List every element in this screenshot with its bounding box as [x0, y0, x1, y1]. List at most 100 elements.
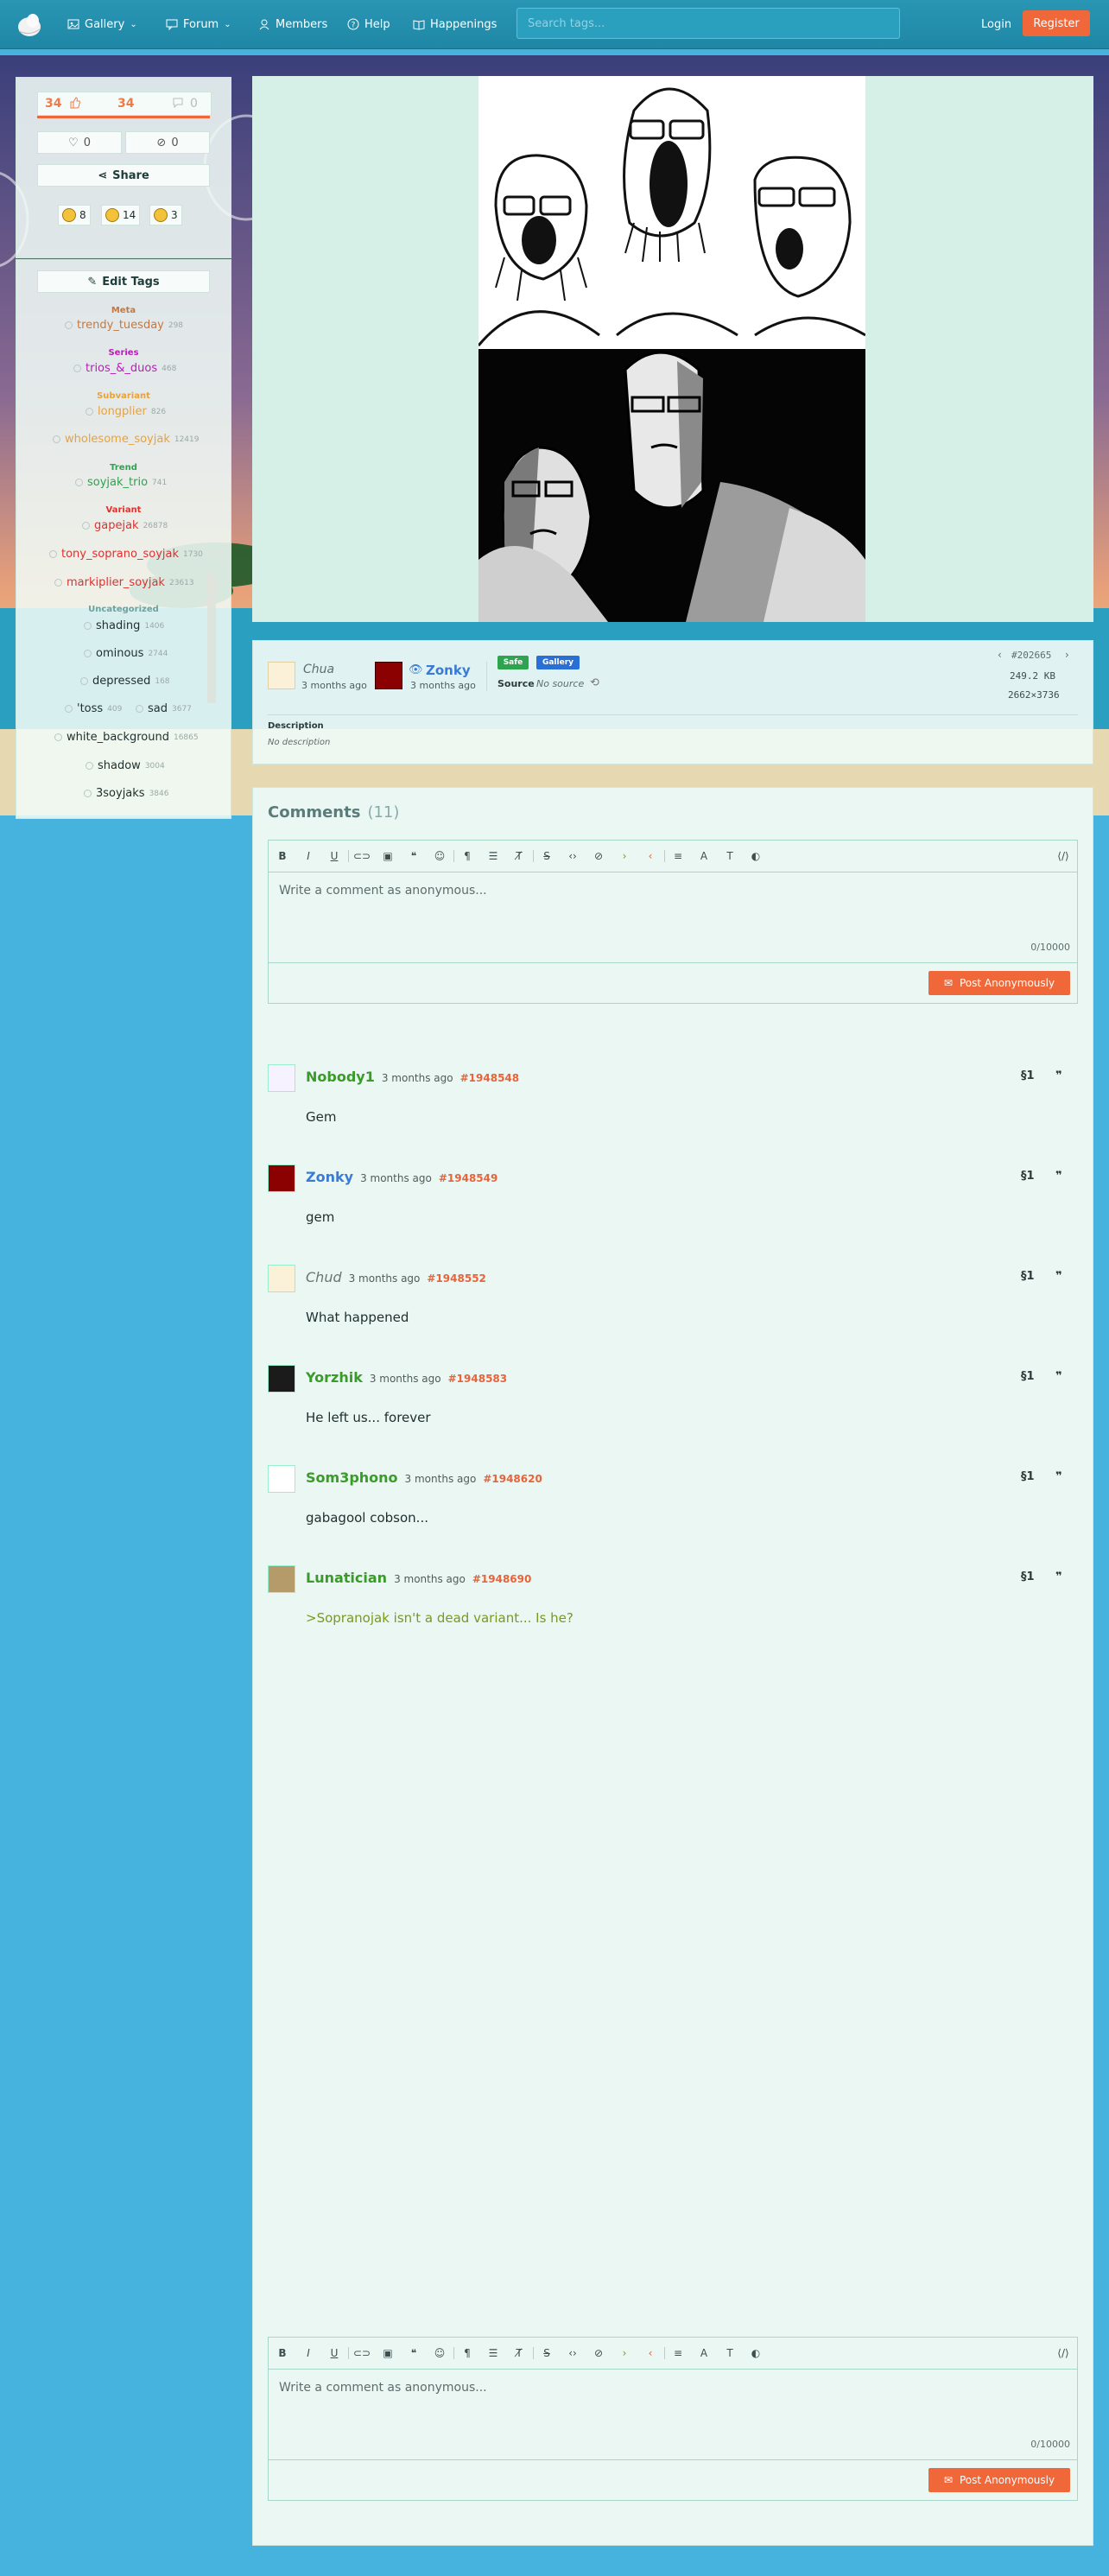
font-size-icon[interactable]: T [723, 2346, 737, 2360]
approver-avatar[interactable] [375, 662, 402, 689]
paragraph-icon[interactable]: ¶ [460, 849, 474, 863]
palette-icon[interactable]: ◐ [749, 849, 763, 863]
comment-id[interactable]: #1948549 [439, 1172, 498, 1184]
register-button[interactable]: Register [1023, 10, 1090, 36]
commenter-avatar[interactable] [268, 1064, 295, 1092]
commenter-name[interactable]: Nobody1 [306, 1069, 375, 1085]
share-button[interactable]: ⋖ Share [37, 164, 210, 187]
tag-longplier[interactable]: longplier 826 [86, 405, 166, 418]
reaction-happy[interactable]: 8 [58, 205, 91, 225]
reply-icon[interactable]: §1 [1021, 1069, 1035, 1082]
search-input[interactable] [516, 8, 900, 39]
link-icon[interactable]: ⊂⊃ [353, 849, 371, 863]
tag-3soyjaks[interactable]: 3soyjaks 3846 [84, 787, 168, 800]
tag-toss[interactable]: 'toss 409 [65, 702, 122, 715]
list-icon[interactable]: ☰ [486, 849, 500, 863]
align-left-icon[interactable]: ≡ [671, 2346, 685, 2360]
reply-icon[interactable]: §1 [1021, 1470, 1035, 1483]
commenter-avatar[interactable] [268, 1164, 295, 1192]
source-code-icon[interactable]: ⟨/⟩ [1056, 2346, 1070, 2360]
orangetext-icon[interactable]: ‹ [643, 2346, 657, 2360]
image-icon[interactable]: ▣ [381, 2346, 395, 2360]
favorite-button[interactable]: ♡ 0 [37, 131, 122, 154]
prev-post-icon[interactable]: ‹ [998, 649, 1002, 661]
greentext-icon[interactable]: › [618, 849, 631, 863]
post-anonymously-button[interactable]: ✉ Post Anonymously [928, 2468, 1070, 2492]
quote-icon[interactable]: ❝ [407, 2346, 421, 2360]
commenter-name[interactable]: Chud [306, 1269, 342, 1285]
tag-sad[interactable]: sad 3677 [136, 702, 192, 715]
font-size-icon[interactable]: T [723, 849, 737, 863]
italic-icon[interactable]: I [301, 849, 315, 863]
bold-icon[interactable]: B [276, 849, 289, 863]
tag-ominous[interactable]: ominous 2744 [84, 647, 168, 660]
spoiler-icon[interactable]: ⊘ [592, 2346, 605, 2360]
quote-icon[interactable]: ❞ [1055, 1270, 1062, 1283]
hide-button[interactable]: ⊘ 0 [125, 131, 210, 154]
reply-icon[interactable]: §1 [1021, 1570, 1035, 1583]
edit-tags-button[interactable]: ✎ Edit Tags [37, 270, 210, 293]
uploader-avatar[interactable] [268, 662, 295, 689]
commenter-avatar[interactable] [268, 1265, 295, 1292]
nav-happenings[interactable]: Happenings [413, 0, 497, 48]
post-image[interactable] [478, 76, 865, 622]
commenter-name[interactable]: Lunatician [306, 1570, 387, 1586]
tag-shadow[interactable]: shadow 3004 [86, 759, 165, 772]
greentext-icon[interactable]: › [618, 2346, 631, 2360]
image-icon[interactable]: ▣ [381, 849, 395, 863]
thumbs-up-icon[interactable] [69, 97, 81, 109]
login-link[interactable]: Login [981, 0, 1011, 48]
comment-id[interactable]: #1948690 [472, 1573, 532, 1585]
commenter-avatar[interactable] [268, 1365, 295, 1393]
commenter-name[interactable]: Yorzhik [306, 1369, 363, 1386]
comment-id[interactable]: #1948548 [460, 1072, 520, 1084]
clear-format-icon[interactable]: T̸ [512, 849, 526, 863]
palette-icon[interactable]: ◐ [749, 2346, 763, 2360]
align-left-icon[interactable]: ≡ [671, 849, 685, 863]
tag-trendy-tuesday[interactable]: trendy_tuesday 298 [65, 319, 183, 332]
text-color-icon[interactable]: A [697, 2346, 711, 2360]
paragraph-icon[interactable]: ¶ [460, 2346, 474, 2360]
post-anonymously-button[interactable]: ✉ Post Anonymously [928, 971, 1070, 995]
quote-icon[interactable]: ❞ [1055, 1170, 1062, 1183]
bold-icon[interactable]: B [276, 2346, 289, 2360]
approver-name[interactable]: Zonky [426, 663, 471, 678]
reaction-laugh[interactable]: 14 [101, 205, 141, 225]
reply-icon[interactable]: §1 [1021, 1270, 1035, 1283]
reply-icon[interactable]: §1 [1021, 1370, 1035, 1383]
gallery-badge[interactable]: Gallery [536, 656, 580, 669]
nav-members[interactable]: Members [258, 0, 327, 48]
next-post-icon[interactable]: › [1065, 649, 1069, 661]
tag-depressed[interactable]: depressed 168 [80, 675, 170, 688]
text-color-icon[interactable]: A [697, 849, 711, 863]
nav-help[interactable]: ? Help [347, 0, 390, 48]
tag-wholesome-soyjak[interactable]: wholesome_soyjak 12419 [53, 433, 200, 446]
nav-gallery[interactable]: Gallery ⌄ [67, 0, 137, 48]
tag-gapejak[interactable]: gapejak 26878 [82, 519, 168, 532]
nav-forum[interactable]: Forum ⌄ [166, 0, 231, 48]
comment-id[interactable]: #1948583 [448, 1373, 508, 1385]
orangetext-icon[interactable]: ‹ [643, 849, 657, 863]
quote-icon[interactable]: ❝ [407, 849, 421, 863]
italic-icon[interactable]: I [301, 2346, 315, 2360]
commenter-avatar[interactable] [268, 1465, 295, 1493]
commenter-avatar[interactable] [268, 1565, 295, 1593]
quote-icon[interactable]: ❞ [1055, 1470, 1062, 1483]
tag-white-background[interactable]: white_background 16865 [54, 731, 199, 744]
list-icon[interactable]: ☰ [486, 2346, 500, 2360]
comment-id[interactable]: #1948552 [427, 1272, 486, 1285]
quote-icon[interactable]: ❞ [1055, 1570, 1062, 1583]
quote-icon[interactable]: ❞ [1055, 1370, 1062, 1383]
quote-icon[interactable]: ❞ [1055, 1069, 1062, 1082]
source-code-icon[interactable]: ⟨/⟩ [1056, 849, 1070, 863]
site-logo[interactable] [16, 10, 43, 38]
tag-shading[interactable]: shading 1406 [84, 619, 164, 632]
code-icon[interactable]: ‹› [566, 849, 580, 863]
tag-tony-soprano-soyjak[interactable]: tony_soprano_soyjak 1730 [49, 548, 203, 561]
reply-icon[interactable]: §1 [1021, 1170, 1035, 1183]
link-icon[interactable]: ⊂⊃ [353, 2346, 371, 2360]
underline-icon[interactable]: U [327, 849, 341, 863]
commenter-name[interactable]: Zonky [306, 1169, 353, 1185]
tag-trios-duos[interactable]: trios_&_duos 468 [73, 362, 176, 375]
tag-markiplier-soyjak[interactable]: markiplier_soyjak 23613 [54, 576, 194, 589]
